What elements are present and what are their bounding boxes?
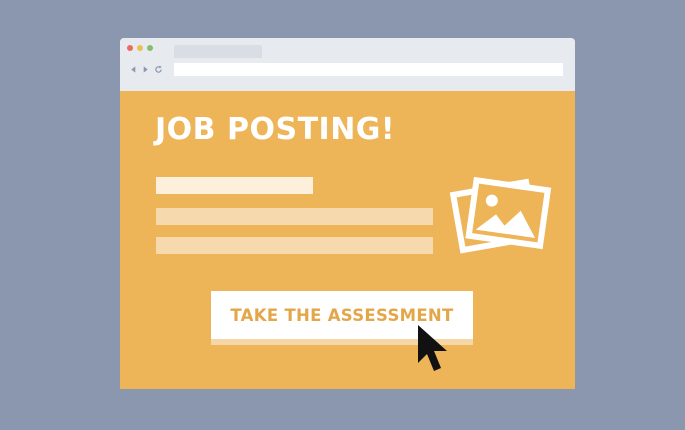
text-placeholder-line bbox=[156, 237, 433, 254]
maximize-window-dot[interactable] bbox=[147, 45, 153, 51]
browser-toolbar bbox=[120, 38, 575, 91]
address-bar[interactable] bbox=[174, 63, 563, 76]
text-placeholder-line bbox=[156, 177, 313, 194]
page-title: JOB POSTING! bbox=[155, 112, 396, 147]
mouse-pointer-icon bbox=[418, 325, 447, 371]
photos-icon bbox=[449, 176, 552, 254]
minimize-window-dot[interactable] bbox=[137, 45, 143, 51]
reload-icon[interactable] bbox=[154, 65, 163, 74]
text-placeholder-line bbox=[156, 208, 433, 225]
browser-tab[interactable] bbox=[174, 45, 262, 58]
close-window-dot[interactable] bbox=[127, 45, 133, 51]
browser-window: JOB POSTING! TAKE THE ASSESSMENT bbox=[120, 38, 575, 389]
forward-icon[interactable] bbox=[141, 65, 150, 74]
back-icon[interactable] bbox=[129, 65, 138, 74]
